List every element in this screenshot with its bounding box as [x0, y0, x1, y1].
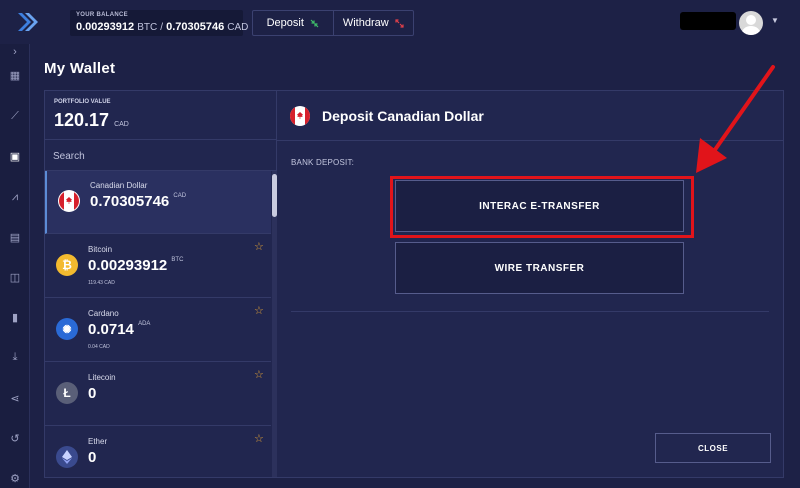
expand-chevron-icon[interactable]: › — [0, 44, 30, 60]
wallet-unit: ADA — [138, 321, 151, 327]
deposit-label: Deposit — [266, 17, 304, 29]
ether-icon — [56, 446, 78, 468]
wallet-balance-wrap: 0.70305746 CAD — [90, 193, 186, 210]
star-icon[interactable]: ☆ — [254, 304, 264, 317]
ledger-icon[interactable]: ▤ — [0, 226, 30, 248]
divider — [291, 311, 769, 312]
chevron-down-icon[interactable]: ▼ — [771, 16, 779, 25]
wallet-balance-wrap: 0.00293912 BTC — [88, 257, 183, 274]
portfolio-value: 120.17 — [54, 110, 110, 130]
avatar-head-shape — [746, 15, 756, 25]
highlight-box — [390, 176, 694, 238]
portfolio-value-wrap: 120.17 CAD — [54, 110, 129, 131]
wallet-icon[interactable]: ▣ — [0, 145, 30, 167]
deposit-pane: Deposit Canadian Dollar BANK DEPOSIT: IN… — [277, 91, 783, 477]
balance-btc-unit: BTC — [137, 22, 158, 33]
redacted-username — [680, 12, 736, 30]
wallet-balance: 0 — [88, 385, 97, 402]
list-item-litecoin[interactable]: Ł Litecoin 0 ☆ — [45, 363, 271, 426]
wire-transfer-button[interactable]: WIRE TRANSFER — [395, 242, 684, 294]
canada-flag-icon — [58, 190, 80, 212]
history-icon[interactable]: ↺ — [0, 427, 30, 449]
chart-icon[interactable]: ⩘ — [0, 186, 30, 208]
deposit-arrows-icon — [310, 19, 319, 27]
wallet-name: Canadian Dollar — [90, 181, 148, 190]
top-bar: YOUR BALANCE 0.00293912 BTC / 0.70305746… — [0, 0, 800, 44]
wallet-name: Ether — [88, 437, 108, 446]
list-item-bitcoin[interactable]: ₿ Bitcoin 0.00293912 BTC 119.43 CAD ☆ — [45, 235, 271, 298]
list-item-cardano[interactable]: ✺ Cardano 0.0714 ADA 0.04 CAD ☆ — [45, 299, 271, 362]
list-item-canadian-dollar[interactable]: Canadian Dollar 0.70305746 CAD — [45, 171, 271, 234]
wallet-balance: 0.70305746 — [90, 193, 170, 210]
app-logo-icon[interactable] — [16, 11, 38, 33]
portfolio-icon[interactable]: ◫ — [0, 266, 30, 288]
bitcoin-icon: ₿ — [56, 254, 78, 276]
gear-icon[interactable]: ⚙ — [0, 467, 30, 488]
balance-cad: 0.70305746 — [166, 21, 225, 33]
wallet-unit: BTC — [171, 257, 184, 263]
avatar[interactable] — [739, 11, 763, 35]
balance-cad-unit: CAD — [227, 22, 249, 33]
star-icon[interactable]: ☆ — [254, 368, 264, 381]
canada-flag-icon — [290, 106, 310, 126]
ether-diamond-shape — [62, 450, 72, 464]
balance-caption: YOUR BALANCE — [76, 12, 128, 18]
wallet-list-pane: PORTFOLIO VALUE 120.17 CAD Canadian Doll… — [45, 91, 277, 477]
deposit-button[interactable]: Deposit — [253, 11, 333, 35]
balance-box: YOUR BALANCE 0.00293912 BTC / 0.70305746… — [70, 10, 248, 36]
withdraw-button[interactable]: Withdraw — [332, 11, 414, 35]
wallet-fiat-value: 0.04 CAD — [88, 344, 110, 350]
bank-deposit-label: BANK DEPOSIT: — [291, 158, 355, 167]
wallet-balance-wrap: 0.0714 ADA — [88, 321, 150, 338]
wallet-balance: 0.00293912 — [88, 257, 168, 274]
avatar-body-shape — [742, 26, 760, 35]
wallet-name: Litecoin — [88, 373, 116, 382]
divider — [45, 139, 277, 140]
download-icon[interactable]: ⤓ — [0, 346, 30, 368]
portfolio-unit: CAD — [114, 121, 129, 128]
trend-icon[interactable]: ⟋ — [0, 105, 30, 127]
list-item-ether[interactable]: Ether 0 ☆ — [45, 427, 271, 477]
book-icon[interactable]: ▮ — [0, 306, 30, 328]
balance-btc: 0.00293912 — [76, 21, 135, 33]
withdraw-label: Withdraw — [342, 17, 389, 29]
search-input[interactable] — [53, 151, 268, 162]
page-title: My Wallet — [44, 60, 116, 77]
balance-values: 0.00293912 BTC / 0.70305746 CAD — [76, 21, 248, 33]
wallet-name: Cardano — [88, 309, 119, 318]
litecoin-icon: Ł — [56, 382, 78, 404]
wallet-name: Bitcoin — [88, 245, 113, 254]
dashboard-icon[interactable]: ▦ — [0, 64, 30, 86]
wallet-fiat-value: 119.43 CAD — [88, 280, 115, 286]
divider — [277, 140, 783, 141]
deposit-withdraw-group: Deposit Withdraw — [252, 10, 414, 36]
balance-separator: / — [160, 22, 164, 33]
deposit-title: Deposit Canadian Dollar — [322, 108, 484, 124]
canada-flag-shape — [59, 191, 79, 211]
wallet-panel: PORTFOLIO VALUE 120.17 CAD Canadian Doll… — [44, 90, 784, 478]
wallet-balance: 0.0714 — [88, 321, 134, 338]
star-icon[interactable]: ☆ — [254, 432, 264, 445]
withdraw-arrows-icon — [395, 18, 404, 28]
left-rail: › ▦ ⟋ ▣ ⩘ ▤ ◫ ▮ ⤓ ⋖ ↺ ⚙ — [0, 44, 30, 488]
cardano-icon: ✺ — [56, 318, 78, 340]
star-icon[interactable]: ☆ — [254, 240, 264, 253]
close-button[interactable]: CLOSE — [655, 433, 771, 463]
wallet-unit: CAD — [173, 193, 187, 199]
portfolio-caption: PORTFOLIO VALUE — [54, 99, 111, 105]
share-icon[interactable]: ⋖ — [0, 387, 30, 409]
wallet-balance: 0 — [88, 449, 97, 466]
wallet-list: Canadian Dollar 0.70305746 CAD ₿ Bitcoin… — [45, 171, 277, 477]
